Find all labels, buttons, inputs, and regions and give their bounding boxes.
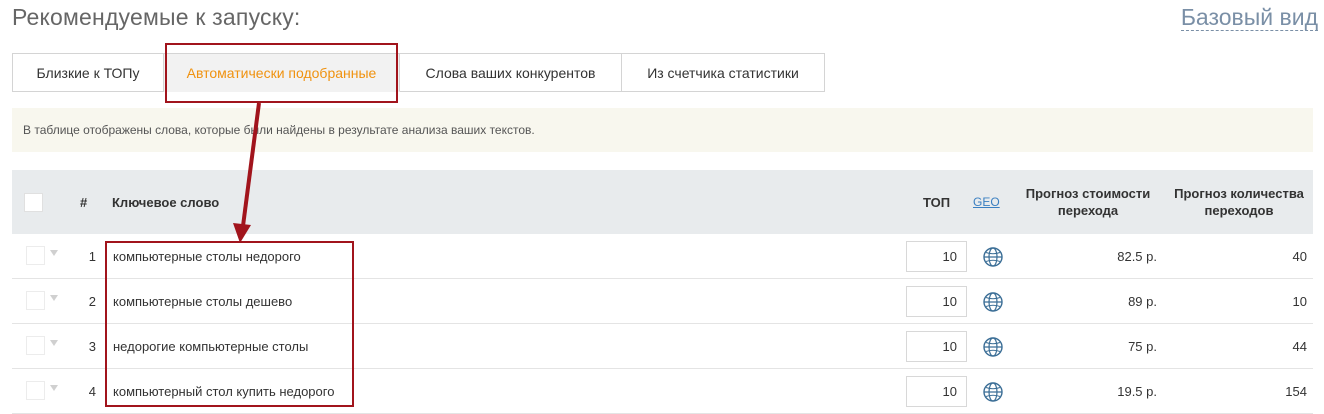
tab-bar: Близкие к ТОПу Автоматически подобранные… (12, 53, 825, 92)
tab-stats-counter[interactable]: Из счетчика статистики (622, 53, 825, 92)
select-all-checkbox[interactable] (24, 193, 43, 212)
table-row: 3 недорогие компьютерные столы 75 р. 44 (12, 324, 1313, 369)
row-checkbox[interactable] (26, 291, 45, 310)
keywords-table: # Ключевое слово ТОП GEO Прогноз стоимос… (12, 170, 1313, 414)
tab-auto-selected[interactable]: Автоматически подобранные (164, 53, 400, 92)
row-count: 10 (1292, 294, 1307, 309)
column-count-line1: Прогноз количества (1174, 186, 1304, 201)
row-cost: 75 р. (1128, 339, 1157, 354)
row-checkbox[interactable] (26, 336, 45, 355)
table-row: 4 компьютерный стол купить недорого 19.5… (12, 369, 1313, 414)
row-count: 154 (1285, 384, 1307, 399)
row-count: 40 (1292, 249, 1307, 264)
globe-icon[interactable] (982, 246, 1004, 268)
row-cost: 82.5 р. (1117, 249, 1157, 264)
row-checkbox[interactable] (26, 246, 45, 265)
caret-down-icon[interactable] (50, 250, 58, 256)
caret-down-icon[interactable] (50, 385, 58, 391)
row-count: 44 (1292, 339, 1307, 354)
column-cost-line1: Прогноз стоимости (1025, 186, 1151, 201)
row-keyword: компьютерные столы дешево (113, 294, 293, 309)
column-number: # (80, 195, 88, 210)
caret-down-icon[interactable] (50, 340, 58, 346)
globe-icon[interactable] (982, 336, 1004, 358)
caret-down-icon[interactable] (50, 295, 58, 301)
row-cost: 19.5 р. (1117, 384, 1157, 399)
row-checkbox[interactable] (26, 381, 45, 400)
column-keyword[interactable]: Ключевое слово (112, 195, 219, 210)
row-top-input[interactable] (906, 331, 967, 362)
row-top-input[interactable] (906, 286, 967, 317)
column-count-forecast[interactable]: Прогноз количества переходов (1164, 185, 1314, 219)
table-row: 2 компьютерные столы дешево 89 р. 10 (12, 279, 1313, 324)
globe-icon[interactable] (982, 291, 1004, 313)
column-cost-forecast[interactable]: Прогноз стоимости перехода (1018, 185, 1158, 219)
tab-close-to-top[interactable]: Близкие к ТОПу (12, 53, 164, 92)
info-message: В таблице отображены слова, которые были… (12, 108, 1313, 152)
column-count-line2: переходов (1204, 203, 1274, 218)
column-geo-link[interactable]: GEO (973, 195, 1000, 209)
row-cost: 89 р. (1128, 294, 1157, 309)
page-title: Рекомендуемые к запуску: (12, 4, 301, 30)
base-view-link[interactable]: Базовый вид (1180, 4, 1318, 31)
table-header: # Ключевое слово ТОП GEO Прогноз стоимос… (12, 170, 1313, 234)
tab-competitor-words[interactable]: Слова ваших конкурентов (400, 53, 622, 92)
row-top-input[interactable] (906, 241, 967, 272)
table-row: 1 компьютерные столы недорого 82.5 р. 40 (12, 234, 1313, 279)
row-number: 2 (88, 294, 96, 309)
row-keyword: недорогие компьютерные столы (113, 339, 309, 354)
column-cost-line2: перехода (1057, 203, 1119, 218)
row-keyword: компьютерные столы недорого (113, 249, 301, 264)
row-top-input[interactable] (906, 376, 967, 407)
globe-icon[interactable] (982, 381, 1004, 403)
row-number: 1 (88, 249, 96, 264)
row-number: 4 (88, 384, 96, 399)
column-top[interactable]: ТОП (923, 195, 950, 210)
row-keyword: компьютерный стол купить недорого (113, 384, 335, 399)
row-number: 3 (88, 339, 96, 354)
